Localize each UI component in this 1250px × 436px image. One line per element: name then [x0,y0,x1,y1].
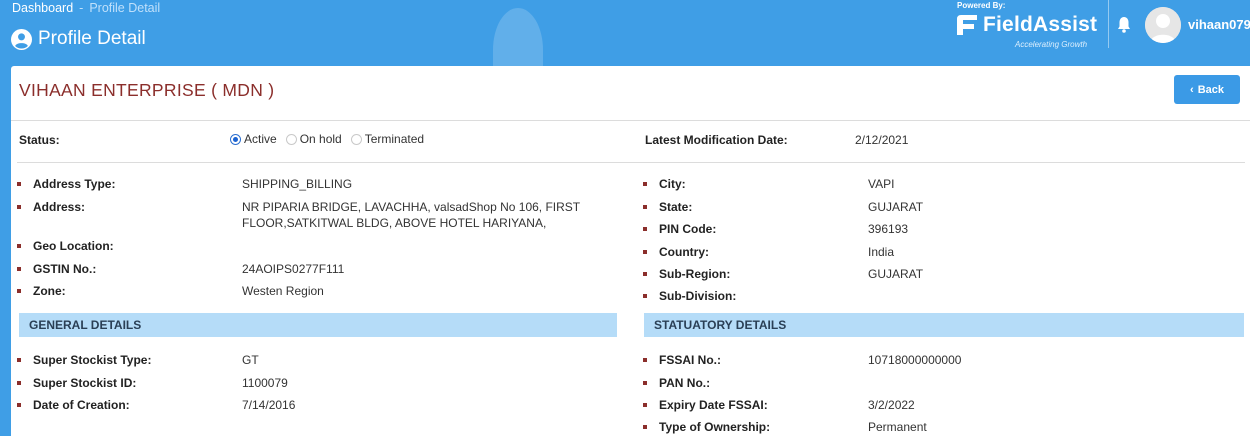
list-bullet [643,250,647,254]
breadcrumb-separator: - [79,1,84,15]
list-bullet [643,425,647,429]
fieldassist-mark-icon [957,15,977,35]
profile-card: VIHAAN ENTERPRISE ( MDN ) ‹ Back Status:… [11,66,1250,436]
divider-line [17,162,1245,163]
powered-by-text: Powered By: [957,1,1006,10]
status-radio-terminated[interactable]: Terminated [350,132,425,146]
list-bullet [643,205,647,209]
modification-date-value: 2/12/2021 [855,133,909,147]
status-option-label: Terminated [364,132,425,146]
zone-label: Zone: [33,284,66,298]
fssai-no-value: 10718000000000 [868,353,962,367]
list-bullet [17,289,21,293]
ownership-type-value: Permanent [868,420,927,434]
sub-region-label: Sub-Region: [659,267,731,281]
modification-date-label: Latest Modification Date: [645,133,788,147]
divider-line [11,120,1250,121]
brand-name: FieldAssist [983,13,1098,36]
sub-division-label: Sub-Division: [659,289,737,303]
list-bullet [643,227,647,231]
state-label: State: [659,200,693,214]
list-bullet [17,244,21,248]
list-bullet [17,403,21,407]
country-label: Country: [659,245,709,259]
fieldassist-logo: FieldAssist [955,13,1097,37]
brand-tagline: Accelerating Growth [1015,40,1088,49]
status-label: Status: [19,133,60,147]
fssai-expiry-label: Expiry Date FSSAI: [659,398,768,412]
list-bullet [643,403,647,407]
pin-code-label: PIN Code: [659,222,717,236]
country-value: India [868,245,895,259]
gstin-value: 24AOIPS0277F111 [242,262,345,276]
geo-location-label: Geo Location: [33,239,114,253]
radio-unchecked-icon [350,133,362,145]
user-avatar-icon[interactable] [1145,7,1181,43]
status-radio-active[interactable]: Active [230,132,277,146]
ownership-type-label: Type of Ownership: [659,420,771,434]
user-circle-icon [11,28,32,50]
list-bullet [17,381,21,385]
gstin-label: GSTIN No.: [33,262,97,276]
creation-date-value: 7/14/2016 [242,398,296,412]
status-radio-group: Active On hold Terminated [230,132,433,146]
list-bullet [643,381,647,385]
status-radio-on-hold[interactable]: On hold [285,132,342,146]
statutory-details-heading: STATUATORY DETAILS [644,313,1244,337]
list-bullet [17,205,21,209]
list-bullet [17,358,21,362]
radio-unchecked-icon [285,133,297,145]
list-bullet [643,182,647,186]
status-option-label: Active [244,132,277,146]
back-button[interactable]: ‹ Back [1174,75,1240,104]
general-details-heading: GENERAL DETAILS [19,313,617,337]
breadcrumb-current: Profile Detail [89,1,161,15]
pin-code-value: 396193 [868,222,909,236]
creation-date-label: Date of Creation: [33,398,130,412]
fssai-no-label: FSSAI No.: [659,353,721,367]
stockist-id-value: 1100079 [242,376,288,390]
sub-region-value: GUJARAT [868,267,924,281]
address-label: Address: [33,200,86,214]
radio-checked-icon [230,133,241,145]
pan-no-label: PAN No.: [659,376,711,390]
list-bullet [643,358,647,362]
stockist-id-label: Super Stockist ID: [33,376,137,390]
back-button-label: Back [1197,83,1224,96]
list-bullet [17,182,21,186]
breadcrumb-dashboard-link[interactable]: Dashboard [12,1,73,15]
status-option-label: On hold [299,132,342,146]
breadcrumb: Dashboard - Profile Detail [12,1,160,15]
zone-value: Westen Region [242,284,324,298]
chevron-left-icon: ‹ [1190,83,1194,96]
list-bullet [643,294,647,298]
page-title: Profile Detail [11,28,146,50]
city-label: City: [659,177,686,191]
brand-logo: Powered By: FieldAssist Accelerating Gro… [955,0,1097,60]
page-title-text: Profile Detail [38,28,146,49]
address-value: NR PIPARIA BRIDGE, LAVACHHA, valsadShop … [242,200,580,230]
fssai-expiry-value: 3/2/2022 [868,398,915,412]
address-type-value: SHIPPING_BILLING [242,177,353,191]
company-name: VIHAAN ENTERPRISE ( MDN ) [19,80,275,100]
stockist-type-value: GT [242,353,259,367]
header-divider [1108,0,1109,48]
watermark-shape [493,8,543,66]
address-type-label: Address Type: [33,177,116,191]
bell-icon[interactable] [1116,16,1132,34]
list-bullet [17,267,21,271]
state-value: GUJARAT [868,200,924,214]
top-header: Dashboard - Profile Detail Profile Detail … [0,0,1250,66]
list-bullet [643,272,647,276]
city-value: VAPI [868,177,895,191]
username[interactable]: vihaan079 [1188,17,1250,32]
stockist-type-label: Super Stockist Type: [33,353,152,367]
